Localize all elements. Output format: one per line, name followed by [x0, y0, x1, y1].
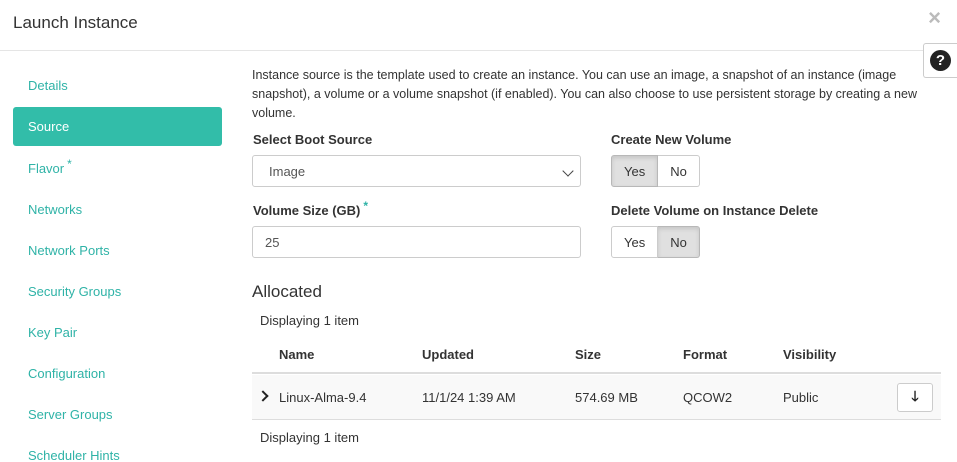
nav-item-source[interactable]: Source	[13, 107, 222, 146]
table-row: Linux-Alma-9.4 11/1/24 1:39 AM 574.69 MB…	[252, 375, 941, 420]
column-header-size[interactable]: Size	[575, 347, 601, 362]
modal-title: Launch Instance	[13, 13, 138, 32]
nav-item-key-pair[interactable]: Key Pair	[13, 312, 222, 353]
nav-item-label: Security Groups	[28, 284, 122, 299]
boot-source-select[interactable]: Image	[252, 155, 581, 187]
nav-item-label: Network Ports	[28, 243, 110, 258]
nav-item-label: Scheduler Hints	[28, 448, 120, 462]
allocated-table-header: Name Updated Size Format Visibility	[252, 340, 941, 374]
nav-item-server-groups[interactable]: Server Groups	[13, 394, 222, 435]
displaying-count-bottom: Displaying 1 item	[260, 430, 359, 445]
row-size: 574.69 MB	[575, 390, 638, 405]
nav-item-scheduler-hints[interactable]: Scheduler Hints	[13, 435, 222, 462]
boot-source-value: Image	[269, 163, 306, 179]
column-header-updated[interactable]: Updated	[422, 347, 474, 362]
nav-item-label: Server Groups	[28, 407, 113, 422]
row-updated: 11/1/24 1:39 AM	[422, 390, 516, 405]
delete-volume-no-button[interactable]: No	[658, 226, 700, 258]
create-volume-yes-button[interactable]: Yes	[611, 155, 659, 187]
nav-item-label: Flavor	[28, 161, 65, 176]
required-marker: *	[67, 156, 72, 171]
nav-item-networks[interactable]: Networks	[13, 189, 222, 230]
volume-size-input[interactable]: 25	[252, 226, 581, 258]
volume-size-label-text: Volume Size (GB)	[253, 203, 361, 218]
column-header-name[interactable]: Name	[279, 347, 314, 362]
nav-item-label: Key Pair	[28, 325, 78, 340]
chevron-right-icon[interactable]	[257, 390, 269, 402]
displaying-count-top: Displaying 1 item	[260, 313, 359, 328]
nav-item-details[interactable]: Details	[13, 65, 222, 106]
row-format: QCOW2	[683, 390, 733, 405]
create-volume-toggle: Yes No	[611, 155, 700, 187]
nav-item-configuration[interactable]: Configuration	[13, 353, 222, 394]
delete-volume-toggle: Yes No	[611, 226, 700, 258]
wizard-nav: Details Source Flavor * Networks Network …	[13, 65, 222, 462]
delete-volume-label: Delete Volume on Instance Delete	[611, 203, 819, 218]
nav-item-label: Source	[28, 119, 70, 134]
nav-item-label: Details	[28, 78, 68, 93]
nav-item-security-groups[interactable]: Security Groups	[13, 271, 222, 312]
nav-item-label: Networks	[28, 202, 83, 217]
volume-size-value: 25	[265, 234, 280, 250]
nav-item-flavor[interactable]: Flavor *	[13, 148, 222, 189]
nav-item-label: Configuration	[28, 366, 106, 381]
create-volume-no-button[interactable]: No	[658, 155, 700, 187]
column-header-format[interactable]: Format	[683, 347, 727, 362]
delete-volume-yes-button[interactable]: Yes	[611, 226, 659, 258]
source-content: Instance source is the template used to …	[252, 66, 942, 123]
modal-header: Launch Instance ×	[0, 0, 957, 51]
volume-size-label: Volume Size (GB) *	[253, 199, 368, 218]
deallocate-button[interactable]: 🡓	[897, 383, 933, 412]
arrow-down-icon: 🡓	[911, 387, 919, 404]
create-volume-label: Create New Volume	[611, 132, 732, 147]
row-visibility: Public	[783, 390, 819, 405]
column-header-visibility[interactable]: Visibility	[783, 347, 836, 362]
allocated-title: Allocated	[252, 282, 322, 301]
boot-source-label: Select Boot Source	[253, 132, 373, 147]
nav-item-network-ports[interactable]: Network Ports	[13, 230, 222, 271]
source-intro: Instance source is the template used to …	[252, 68, 917, 120]
required-marker: *	[363, 199, 369, 213]
close-icon[interactable]: ×	[928, 7, 941, 29]
chevron-down-icon	[562, 165, 574, 177]
row-name: Linux-Alma-9.4	[279, 390, 367, 405]
